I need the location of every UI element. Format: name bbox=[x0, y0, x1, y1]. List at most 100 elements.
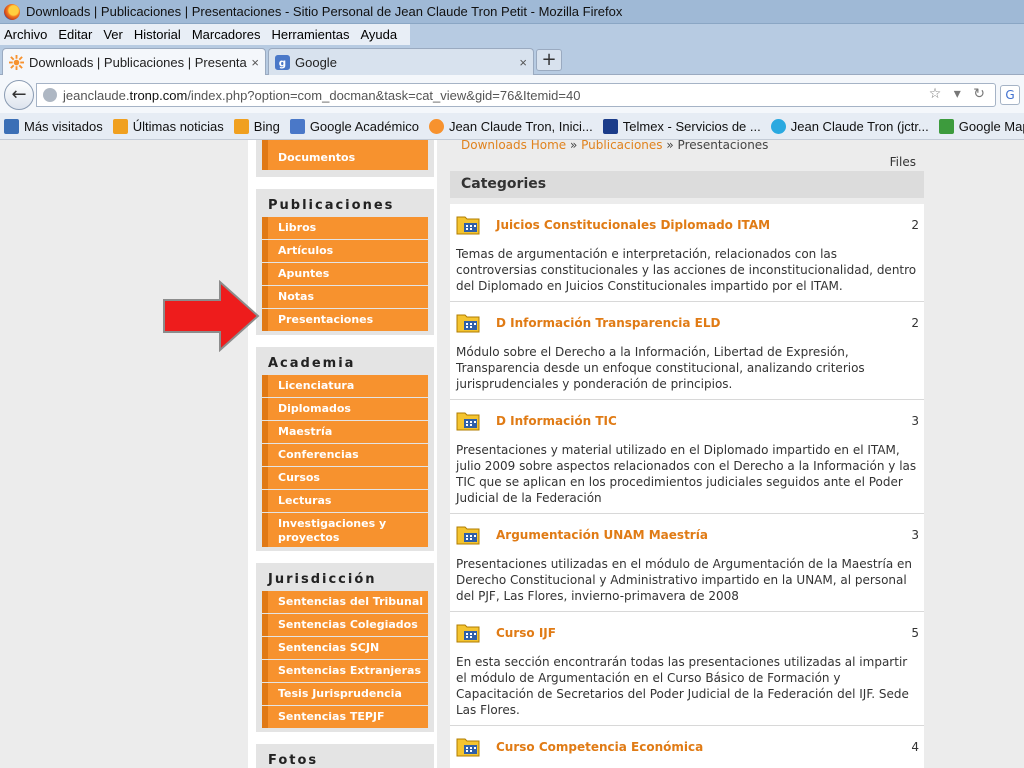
tab-close-icon[interactable]: × bbox=[519, 55, 527, 70]
menu-ayuda[interactable]: Ayuda bbox=[360, 27, 397, 42]
back-button[interactable]: ← bbox=[4, 80, 34, 110]
category-description: Módulo sobre el Derecho a la Información… bbox=[456, 345, 865, 391]
sidebar-item-libros[interactable]: Libros bbox=[262, 217, 428, 239]
breadcrumb-publicaciones-link[interactable]: Publicaciones bbox=[581, 140, 662, 152]
sidebar-heading: Publicaciones bbox=[268, 198, 395, 213]
menu-historial[interactable]: Historial bbox=[134, 27, 181, 42]
bookmark-jean-claude-inicio[interactable]: Jean Claude Tron, Inici... bbox=[428, 118, 593, 134]
category-description: Presentaciones y material utilizado en e… bbox=[456, 443, 917, 505]
category-count: 2 bbox=[911, 316, 919, 330]
category-link[interactable]: Curso IJF bbox=[496, 626, 905, 640]
sidebar-item-investigaciones[interactable]: Investigaciones y proyectos bbox=[262, 513, 428, 547]
bing-icon bbox=[233, 118, 249, 134]
site-favicon-icon bbox=[9, 54, 24, 70]
tab-downloads[interactable]: Downloads | Publicaciones | Presenta... … bbox=[2, 48, 266, 75]
category-item: D Información Transparencia ELD 2 Módulo… bbox=[450, 302, 924, 400]
tab-label: Downloads | Publicaciones | Presenta... bbox=[29, 54, 248, 70]
svg-text:g: g bbox=[279, 57, 286, 69]
category-link[interactable]: D Información TIC bbox=[496, 414, 905, 428]
navigation-bar: jeanclaude.tronp.com/index.php?option=co… bbox=[0, 75, 1024, 113]
category-description: Temas de argumentación e interpretación,… bbox=[456, 247, 917, 293]
sidebar-item-presentaciones[interactable]: Presentaciones bbox=[262, 309, 428, 331]
address-bar[interactable]: jeanclaude.tronp.com/index.php?option=co… bbox=[36, 83, 996, 107]
sidebar-item-notas[interactable]: Notas bbox=[262, 286, 428, 308]
menu-editar[interactable]: Editar bbox=[58, 27, 92, 42]
rss-icon bbox=[112, 118, 128, 134]
folder-icon bbox=[456, 621, 496, 646]
folder-icon bbox=[456, 523, 496, 548]
tab-label: Google bbox=[295, 54, 337, 70]
google-scholar-icon bbox=[289, 118, 305, 134]
sidebar-item-documentos[interactable]: Documentos bbox=[262, 140, 428, 170]
bookmark-mas-visitados[interactable]: Más visitados bbox=[4, 118, 103, 134]
red-arrow-icon bbox=[163, 280, 260, 352]
main-content: Downloads Home » Publicaciones » Present… bbox=[450, 140, 924, 768]
tab-close-icon[interactable]: × bbox=[251, 55, 259, 70]
category-link[interactable]: D Información Transparencia ELD bbox=[496, 316, 905, 330]
menu-marcadores[interactable]: Marcadores bbox=[192, 27, 261, 42]
telmex-icon bbox=[602, 118, 618, 134]
sidebar-item-lecturas[interactable]: Lecturas bbox=[262, 490, 428, 512]
sidebar-item-sentencias-tribunal[interactable]: Sentencias del Tribunal bbox=[262, 591, 428, 613]
category-list: Juicios Constitucionales Diplomado ITAM … bbox=[450, 204, 924, 768]
sidebar-gap bbox=[256, 335, 434, 347]
sidebar-heading: Jurisdicción bbox=[268, 572, 377, 587]
sidebar-item-tesis-jurisprudencia[interactable]: Tesis Jurisprudencia bbox=[262, 683, 428, 705]
bookmark-ultimas-noticias[interactable]: Últimas noticias bbox=[112, 118, 224, 134]
sidebar-item-sentencias-tepjf[interactable]: Sentencias TEPJF bbox=[262, 706, 428, 728]
new-tab-button[interactable]: + bbox=[536, 49, 562, 71]
sidebar-heading: Fotos bbox=[268, 753, 319, 768]
sidebar-item-diplomados[interactable]: Diplomados bbox=[262, 398, 428, 420]
sidebar-section-jurisdiccion: Jurisdicción Sentencias del Tribunal Sen… bbox=[256, 563, 434, 732]
search-engine-icon[interactable]: G bbox=[1000, 85, 1020, 105]
tab-google[interactable]: g Google × bbox=[268, 48, 534, 75]
sidebar-section-academia: Academia Licenciatura Diplomados Maestrí… bbox=[256, 347, 434, 551]
category-item: Juicios Constitucionales Diplomado ITAM … bbox=[450, 204, 924, 302]
breadcrumb: Downloads Home » Publicaciones » Present… bbox=[461, 140, 769, 152]
sidebar-item-sentencias-scjn[interactable]: Sentencias SCJN bbox=[262, 637, 428, 659]
sidebar-item-licenciatura[interactable]: Licenciatura bbox=[262, 375, 428, 397]
sidebar-item-cursos[interactable]: Cursos bbox=[262, 467, 428, 489]
address-url: jeanclaude.tronp.com/index.php?option=co… bbox=[63, 87, 581, 103]
category-item: D Información TIC 3 Presentaciones y mat… bbox=[450, 400, 924, 514]
category-count: 4 bbox=[911, 740, 919, 754]
category-count: 3 bbox=[911, 528, 919, 542]
files-label: Files bbox=[889, 155, 916, 169]
sidebar-item-sentencias-colegiados[interactable]: Sentencias Colegiados bbox=[262, 614, 428, 636]
bookmark-star-icon[interactable]: ☆ ▾ ↻ bbox=[929, 86, 989, 102]
sidebar: Documentos Publicaciones Libros Artículo… bbox=[256, 140, 434, 768]
folder-icon bbox=[456, 409, 496, 434]
tab-strip: Downloads | Publicaciones | Presenta... … bbox=[0, 45, 1024, 75]
menu-archivo[interactable]: Archivo bbox=[4, 27, 47, 42]
titlebar-background bbox=[410, 24, 1024, 45]
sidebar-gap bbox=[256, 177, 434, 189]
back-arrow-icon: ← bbox=[11, 84, 27, 105]
menu-ver[interactable]: Ver bbox=[103, 27, 123, 42]
bookmark-twitter[interactable]: Jean Claude Tron (jctr... bbox=[770, 118, 929, 134]
bookmark-star-icon bbox=[4, 118, 19, 134]
sidebar-item-apuntes[interactable]: Apuntes bbox=[262, 263, 428, 285]
bookmark-google-maps[interactable]: Google Maps bbox=[938, 118, 1024, 134]
bookmark-bing[interactable]: Bing bbox=[233, 118, 280, 134]
category-link[interactable]: Argumentación UNAM Maestría bbox=[496, 528, 905, 542]
category-link[interactable]: Juicios Constitucionales Diplomado ITAM bbox=[496, 218, 905, 232]
category-description: En esta sección encontrarán todas las pr… bbox=[456, 655, 909, 717]
bookmark-telmex[interactable]: Telmex - Servicios de ... bbox=[602, 118, 761, 134]
sidebar-item-sentencias-extranjeras[interactable]: Sentencias Extranjeras bbox=[262, 660, 428, 682]
sidebar-item-conferencias[interactable]: Conferencias bbox=[262, 444, 428, 466]
category-count: 5 bbox=[911, 626, 919, 640]
sidebar-gap bbox=[256, 551, 434, 563]
breadcrumb-home-link[interactable]: Downloads Home bbox=[461, 140, 566, 152]
twitter-icon bbox=[770, 118, 786, 134]
sidebar-heading: Academia bbox=[268, 356, 356, 371]
sidebar-section-publicaciones: Publicaciones Libros Artículos Apuntes N… bbox=[256, 189, 434, 335]
category-item: Curso IJF 5 En esta sección encontrarán … bbox=[450, 612, 924, 726]
window-title: Downloads | Publicaciones | Presentacion… bbox=[26, 4, 623, 19]
menu-herramientas[interactable]: Herramientas bbox=[271, 27, 349, 42]
folder-icon bbox=[456, 213, 496, 238]
category-link[interactable]: Curso Competencia Económica bbox=[496, 740, 905, 754]
globe-icon bbox=[43, 88, 57, 102]
sidebar-item-maestria[interactable]: Maestría bbox=[262, 421, 428, 443]
bookmark-google-academico[interactable]: Google Académico bbox=[289, 118, 419, 134]
sidebar-item-articulos[interactable]: Artículos bbox=[262, 240, 428, 262]
